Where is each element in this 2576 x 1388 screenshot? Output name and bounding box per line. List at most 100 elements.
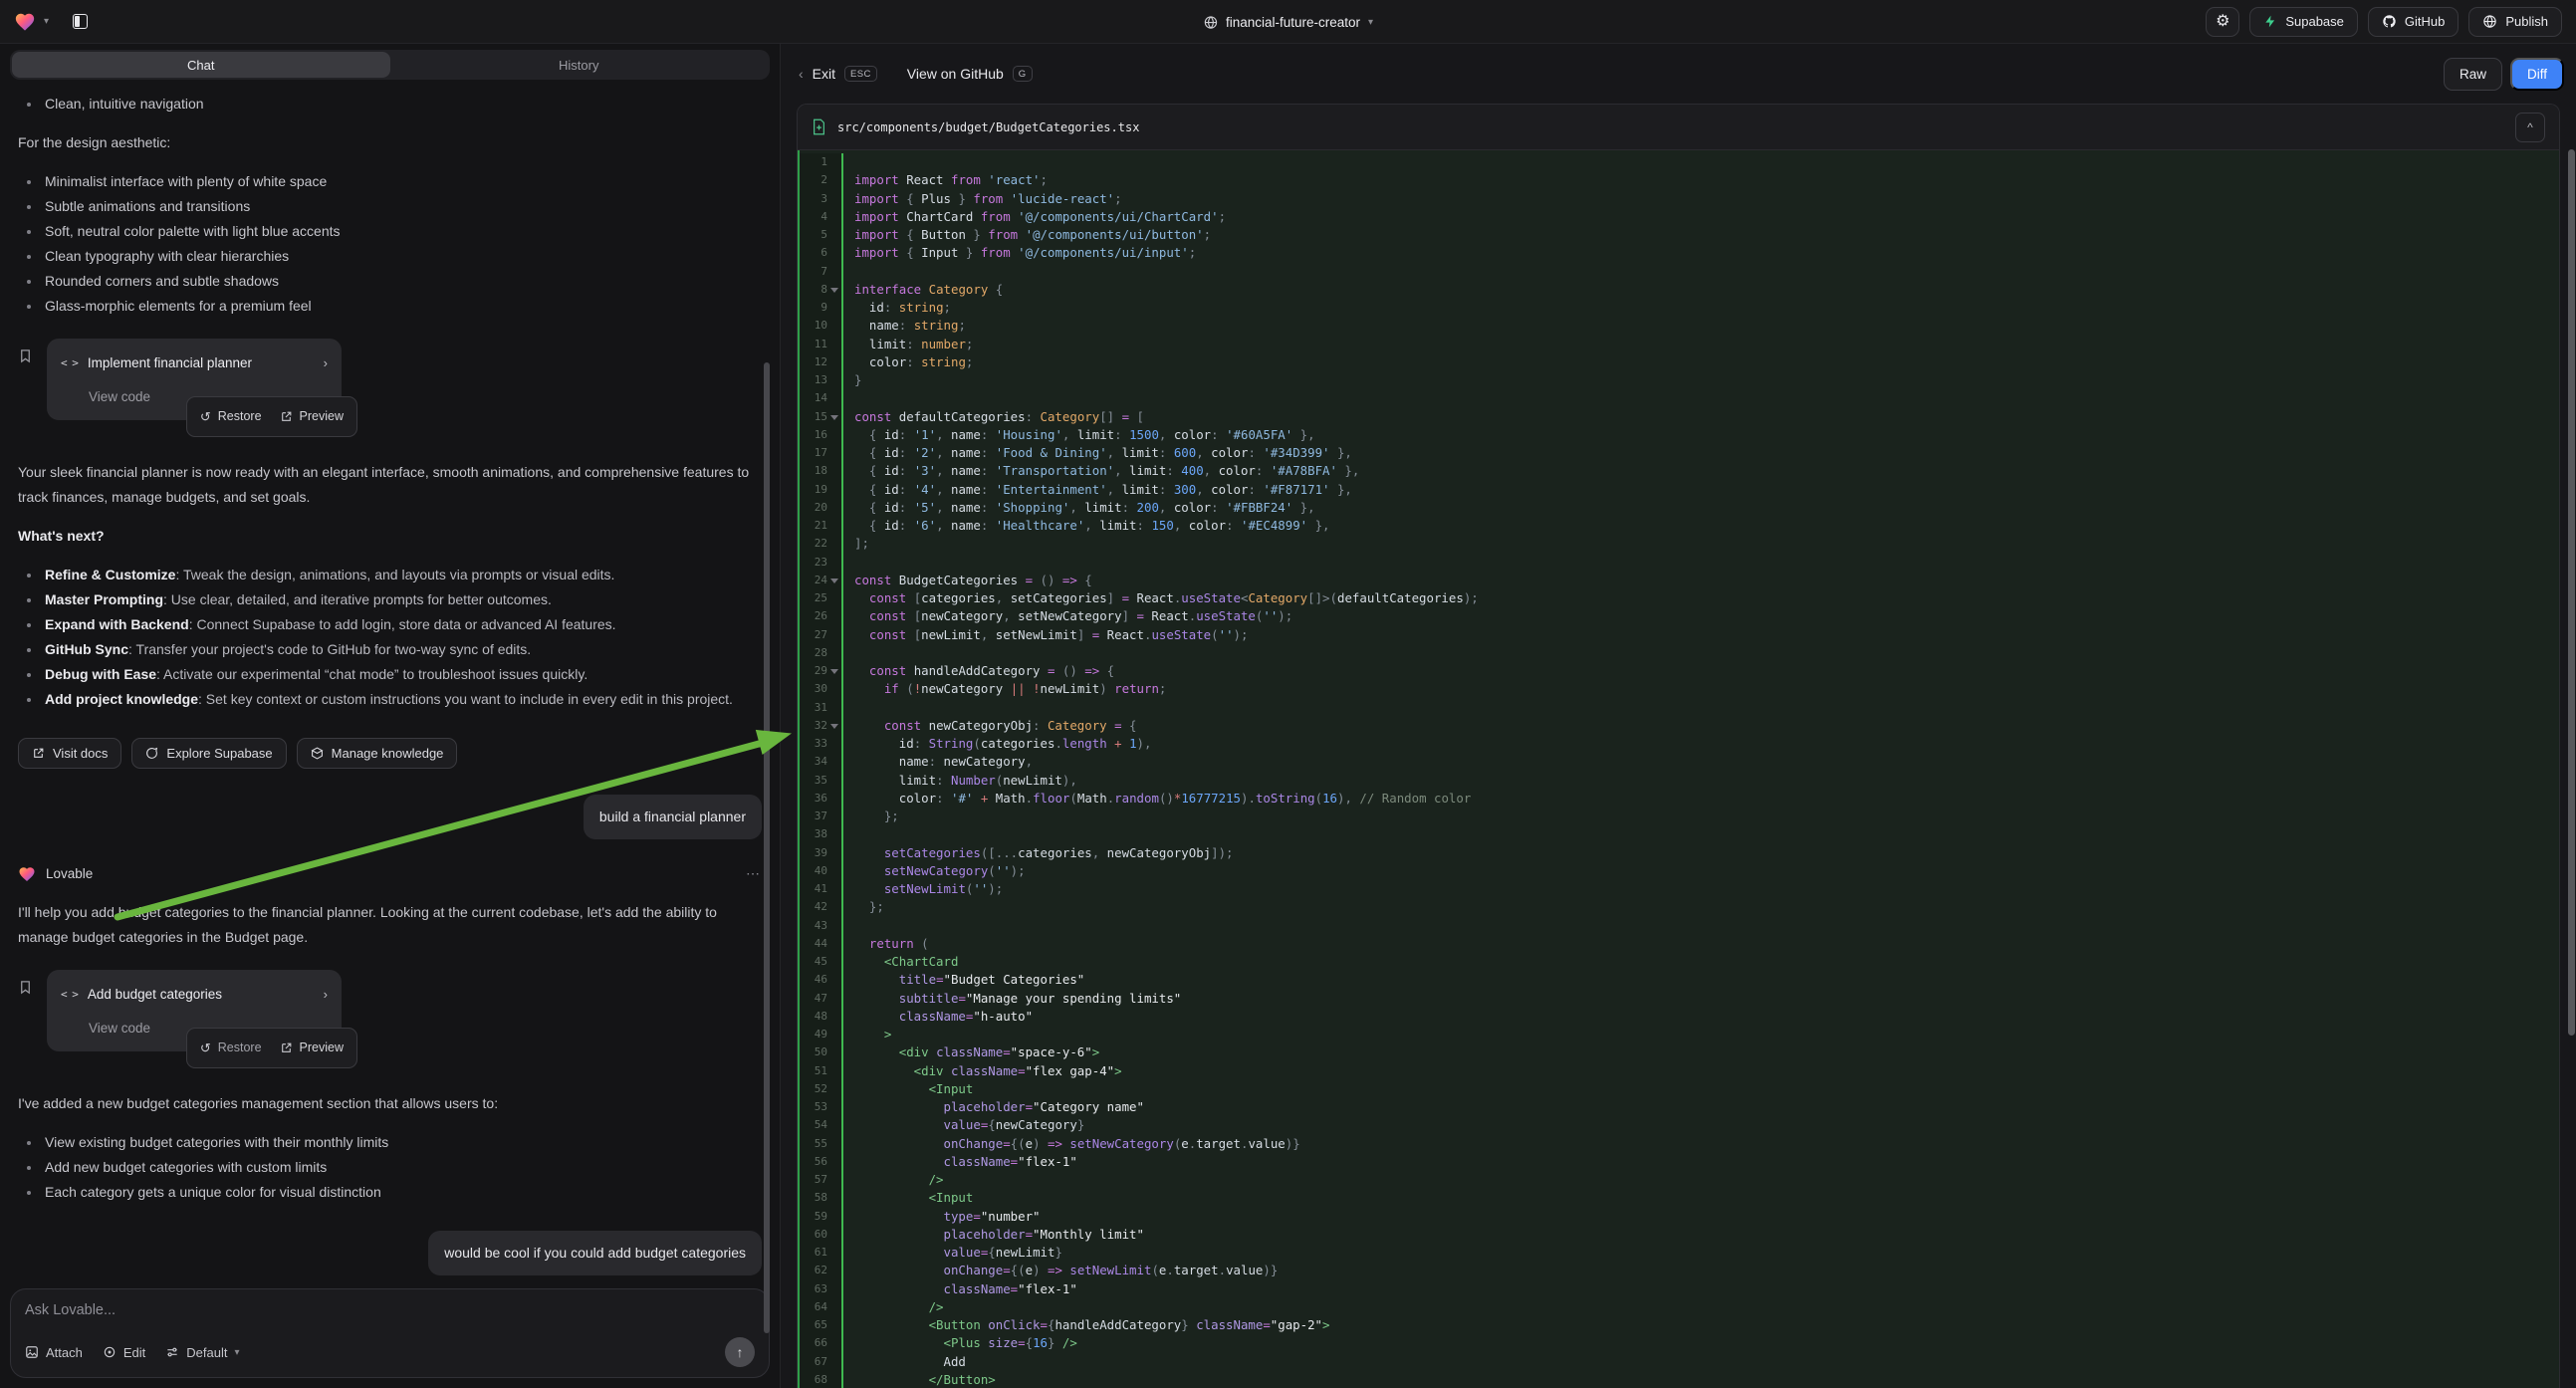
code-line: 33 id: String(categories.length + 1), xyxy=(798,735,2559,753)
code-text xyxy=(843,699,2559,717)
code-line: 3import { Plus } from 'lucide-react'; xyxy=(798,190,2559,208)
line-number: 66 xyxy=(798,1334,841,1352)
manage-knowledge-button[interactable]: Manage knowledge xyxy=(297,738,458,769)
line-number: 8 xyxy=(798,281,841,299)
code-line: 6import { Input } from '@/components/ui/… xyxy=(798,244,2559,262)
code-line: 62 onChange={(e) => setNewLimit(e.target… xyxy=(798,1262,2559,1279)
fold-icon[interactable] xyxy=(830,724,838,729)
code-line: 26 const [newCategory, setNewCategory] =… xyxy=(798,607,2559,625)
fold-icon[interactable] xyxy=(830,288,838,293)
code-line: 7 xyxy=(798,263,2559,281)
tab-chat[interactable]: Chat xyxy=(12,52,390,78)
version-card-implement-financial-planner[interactable]: < > Implement financial planner › View c… xyxy=(47,339,342,420)
diff-code-view[interactable]: 12import React from 'react';3import { Pl… xyxy=(798,150,2559,1388)
collapse-file-button[interactable]: ^ xyxy=(2515,113,2545,142)
code-line: 20 { id: '5', name: 'Shopping', limit: 2… xyxy=(798,499,2559,517)
list-item: Minimalist interface with plenty of whit… xyxy=(18,169,762,194)
sliders-icon xyxy=(165,1345,179,1359)
code-text xyxy=(843,263,2559,281)
code-text: { id: '3', name: 'Transportation', limit… xyxy=(843,462,2559,480)
line-number: 5 xyxy=(798,226,841,244)
restore-button[interactable]: ↺ Restore xyxy=(200,1036,262,1060)
github-icon xyxy=(2382,14,2397,29)
tab-history[interactable]: History xyxy=(390,52,769,78)
code-line: 52 <Input xyxy=(798,1080,2559,1098)
code-line: 65 <Button onClick={handleAddCategory} c… xyxy=(798,1316,2559,1334)
line-number: 26 xyxy=(798,607,841,625)
restore-preview-pill: ↺ Restore Preview xyxy=(186,396,357,437)
line-number: 50 xyxy=(798,1043,841,1061)
code-text: { id: '4', name: 'Entertainment', limit:… xyxy=(843,481,2559,499)
sidebar-toggle-button[interactable] xyxy=(65,8,95,36)
edit-mode-button[interactable]: Edit xyxy=(103,1345,145,1360)
version-card-label: Add budget categories xyxy=(88,982,222,1007)
code-text: placeholder="Category name" xyxy=(843,1098,2559,1116)
settings-button[interactable]: ⚙ xyxy=(2206,7,2239,37)
publish-globe-icon xyxy=(2482,14,2497,29)
line-number: 40 xyxy=(798,862,841,880)
sidebar-panel-icon xyxy=(73,14,88,29)
project-switcher[interactable]: financial-future-creator ▾ xyxy=(1203,0,1373,44)
model-selector[interactable]: Default ▾ xyxy=(165,1345,239,1360)
line-number: 19 xyxy=(798,481,841,499)
bookmark-icon[interactable] xyxy=(18,347,33,365)
code-text: { id: '2', name: 'Food & Dining', limit:… xyxy=(843,444,2559,462)
code-text xyxy=(843,917,2559,935)
fold-icon[interactable] xyxy=(830,415,838,420)
code-text xyxy=(843,554,2559,572)
attach-button[interactable]: Attach xyxy=(25,1345,83,1360)
line-number: 43 xyxy=(798,917,841,935)
fold-icon[interactable] xyxy=(830,669,838,674)
line-number: 68 xyxy=(798,1371,841,1388)
github-button[interactable]: GitHub xyxy=(2368,7,2459,37)
bookmark-icon[interactable] xyxy=(18,978,33,997)
code-text: Add xyxy=(843,1353,2559,1371)
exit-button[interactable]: ‹ Exit ESC xyxy=(799,66,877,82)
window-scrollbar[interactable] xyxy=(2568,149,2575,1036)
line-number: 18 xyxy=(798,462,841,480)
chat-input[interactable] xyxy=(25,1302,755,1318)
explore-supabase-button[interactable]: Explore Supabase xyxy=(131,738,286,769)
whats-next-item: Debug with Ease: Activate our experiment… xyxy=(18,662,762,687)
preview-button[interactable]: Preview xyxy=(280,404,344,429)
diff-file-header[interactable]: src/components/budget/BudgetCategories.t… xyxy=(798,105,2559,150)
publish-label: Publish xyxy=(2505,14,2548,29)
chat-scrollbar[interactable] xyxy=(764,362,770,1333)
diff-button[interactable]: Diff xyxy=(2510,58,2564,91)
line-number: 47 xyxy=(798,990,841,1008)
send-button[interactable]: ↑ xyxy=(725,1337,755,1367)
code-line: 14 xyxy=(798,389,2559,407)
preview-button[interactable]: Preview xyxy=(280,1036,344,1060)
logo-chevron-down-icon[interactable]: ▾ xyxy=(44,16,49,27)
list-item: Subtle animations and transitions xyxy=(18,194,762,219)
raw-button[interactable]: Raw xyxy=(2444,58,2502,91)
added-file-icon xyxy=(812,118,826,135)
message-menu-icon[interactable]: ⋯ xyxy=(746,861,762,886)
code-line: 39 setCategories([...categories, newCate… xyxy=(798,844,2559,862)
code-line: 58 <Input xyxy=(798,1189,2559,1207)
restore-button[interactable]: ↺ Restore xyxy=(200,404,262,429)
knowledge-box-icon xyxy=(311,747,324,760)
code-text: interface Category { xyxy=(843,281,2559,299)
whats-next-heading: What's next? xyxy=(18,524,762,549)
code-line: 12 color: string; xyxy=(798,353,2559,371)
version-card-add-budget-categories[interactable]: < > Add budget categories › View code ↺ … xyxy=(47,970,342,1051)
supabase-button[interactable]: Supabase xyxy=(2249,7,2358,37)
publish-button[interactable]: Publish xyxy=(2468,7,2562,37)
code-text: { id: '6', name: 'Healthcare', limit: 15… xyxy=(843,517,2559,535)
fold-icon[interactable] xyxy=(830,578,838,583)
code-line: 22]; xyxy=(798,535,2559,553)
lovable-logo-icon[interactable] xyxy=(14,11,36,33)
code-line: 11 limit: number; xyxy=(798,336,2559,353)
visit-docs-button[interactable]: Visit docs xyxy=(18,738,121,769)
line-number: 36 xyxy=(798,790,841,808)
view-on-github-button[interactable]: View on GitHub G xyxy=(907,66,1033,82)
code-line: 13} xyxy=(798,371,2559,389)
line-number: 39 xyxy=(798,844,841,862)
code-line: 57 /> xyxy=(798,1171,2559,1189)
visit-docs-label: Visit docs xyxy=(53,746,108,761)
code-text: const [newLimit, setNewLimit] = React.us… xyxy=(843,626,2559,644)
line-number: 13 xyxy=(798,371,841,389)
code-line: 28 xyxy=(798,644,2559,662)
chat-messages[interactable]: Clean, intuitive navigation For the desi… xyxy=(0,80,780,1282)
